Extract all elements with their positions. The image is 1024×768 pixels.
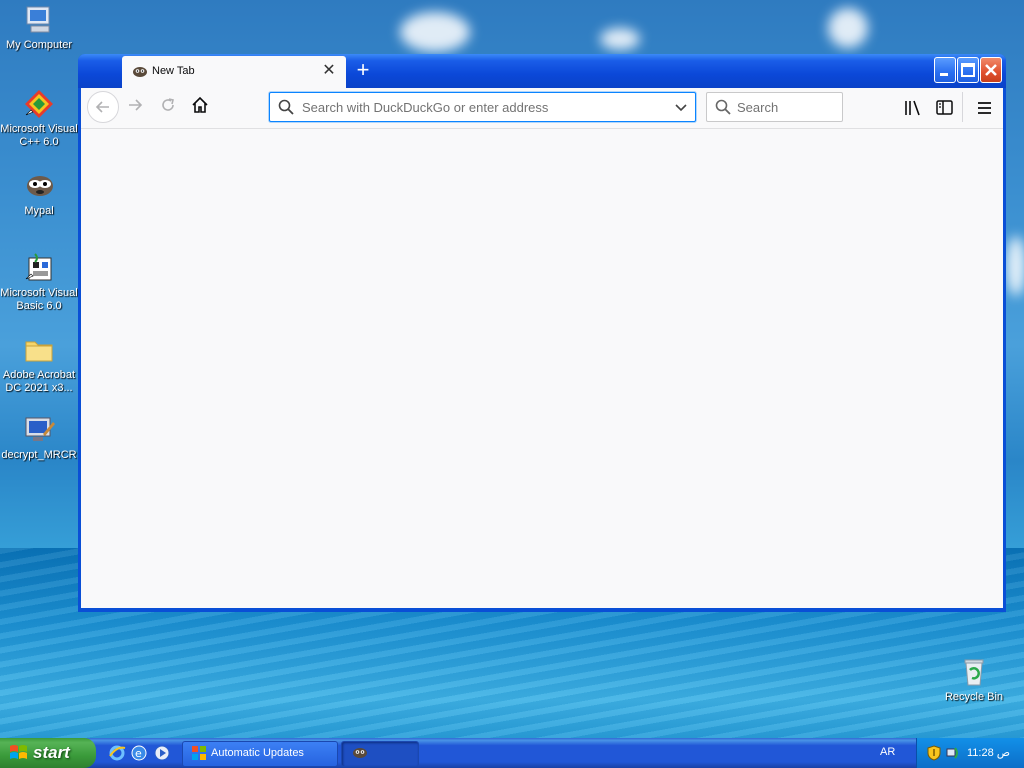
cloud	[600, 28, 640, 50]
back-button[interactable]	[87, 91, 119, 123]
folder-icon	[23, 334, 55, 366]
desktop-icon-label: Microsoft Visual C++ 6.0	[0, 123, 78, 148]
search-icon	[715, 99, 731, 115]
reload-button[interactable]	[155, 95, 181, 121]
close-icon	[985, 64, 997, 76]
taskbar-button-mypal[interactable]	[341, 741, 419, 767]
tab-close-icon[interactable]: ✕	[320, 62, 338, 80]
browser-window: New Tab ✕ +	[78, 54, 1006, 612]
internet-explorer-icon[interactable]	[108, 744, 126, 762]
taskbar: start e Automatic Updates AR 11:28 ص	[0, 738, 1024, 768]
window-close-button[interactable]	[980, 57, 1002, 83]
hamburger-menu-icon	[978, 102, 991, 114]
desktop-icon-label: Adobe Acrobat DC 2021 x3...	[2, 369, 76, 394]
minimize-button[interactable]	[934, 57, 956, 83]
visual-basic-icon	[23, 252, 55, 284]
reload-icon	[162, 98, 174, 111]
svg-text:e: e	[135, 747, 142, 760]
mypal-icon	[23, 170, 55, 202]
outlook-express-icon[interactable]: e	[130, 744, 148, 762]
maximize-icon	[961, 63, 975, 77]
desktop-icon-visual-cpp[interactable]: Microsoft Visual C++ 6.0	[0, 88, 78, 149]
desktop-icon-label: decrypt_MRCR	[1, 449, 77, 461]
windows-logo-icon	[9, 744, 29, 762]
maximize-button[interactable]	[957, 57, 979, 83]
address-input[interactable]	[302, 97, 662, 117]
mypal-favicon-icon	[132, 65, 148, 79]
desktop-icon-my-computer[interactable]: My Computer	[0, 4, 78, 52]
network-icon[interactable]	[945, 745, 961, 761]
taskbar-button-automatic-updates[interactable]: Automatic Updates	[182, 741, 338, 767]
cloud	[400, 12, 470, 52]
forward-button[interactable]	[122, 95, 148, 121]
search-icon	[278, 99, 294, 115]
search-bar[interactable]	[706, 92, 843, 122]
tab-new-tab[interactable]: New Tab ✕	[122, 56, 346, 88]
desktop-icon-label: My Computer	[5, 39, 73, 51]
language-indicator[interactable]: AR	[880, 746, 895, 758]
start-button[interactable]: start	[0, 738, 96, 768]
desktop-icon-label: Recycle Bin	[944, 691, 1004, 703]
new-tab-button[interactable]: +	[352, 59, 374, 81]
start-label: start	[33, 743, 70, 762]
cloud	[828, 8, 868, 48]
url-bar[interactable]	[269, 92, 696, 122]
page-content[interactable]	[81, 129, 1003, 608]
home-icon	[192, 96, 208, 113]
desktop-icon-decrypt[interactable]: decrypt_MRCR	[0, 414, 78, 462]
sidebar-icon	[936, 100, 953, 115]
toolbar-divider	[962, 92, 963, 122]
search-input[interactable]	[737, 97, 835, 117]
home-button[interactable]	[187, 95, 213, 121]
forward-arrow-icon	[129, 99, 143, 111]
menu-button[interactable]	[974, 97, 996, 119]
desktop-icon-label: Microsoft Visual Basic 6.0	[0, 287, 78, 312]
library-icon	[905, 100, 920, 116]
desktop-icon-label: Mypal	[24, 205, 54, 217]
library-button[interactable]	[902, 97, 924, 119]
minimize-icon	[940, 73, 948, 76]
security-shield-icon[interactable]	[926, 745, 942, 761]
chevron-down-icon[interactable]	[673, 99, 689, 115]
navigation-toolbar	[81, 88, 1003, 129]
sidebar-toggle-button[interactable]	[934, 97, 956, 119]
system-tray: 11:28 ص	[916, 738, 1024, 768]
recycle-bin-icon	[958, 656, 990, 688]
back-arrow-icon	[95, 101, 109, 113]
media-player-icon[interactable]	[153, 744, 171, 762]
mypal-icon	[352, 746, 368, 760]
my-computer-icon	[23, 4, 55, 36]
cloud	[1006, 236, 1024, 296]
desktop-icon-mypal[interactable]: Mypal	[0, 170, 78, 218]
clock: 11:28 ص	[967, 747, 1011, 759]
desktop-icon-recycle-bin[interactable]: Recycle Bin	[935, 656, 1013, 704]
desktop-icon-adobe-folder[interactable]: Adobe Acrobat DC 2021 x3...	[0, 334, 78, 395]
title-bar[interactable]: New Tab ✕ +	[78, 54, 1006, 88]
visual-cpp-icon	[23, 88, 55, 120]
task-label: Automatic Updates	[211, 747, 304, 759]
automatic-updates-icon	[191, 745, 207, 761]
tab-title: New Tab	[152, 65, 195, 77]
decrypt-app-icon	[23, 414, 55, 446]
desktop-icon-visual-basic[interactable]: Microsoft Visual Basic 6.0	[0, 252, 78, 313]
